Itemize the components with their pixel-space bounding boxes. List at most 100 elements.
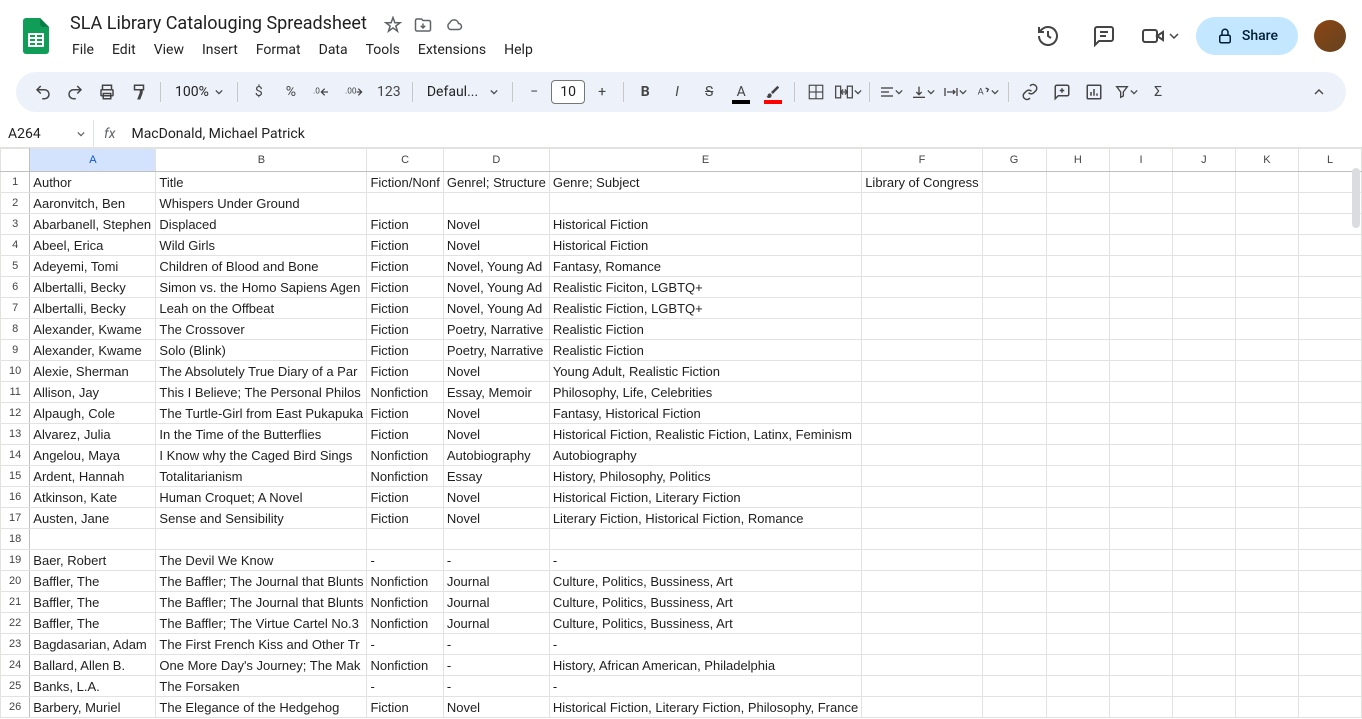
cell[interactable]	[862, 676, 982, 697]
cell[interactable]	[862, 340, 982, 361]
cell[interactable]	[1299, 592, 1362, 613]
cell[interactable]	[1046, 550, 1110, 571]
cell[interactable]: The First French Kiss and Other Tr	[156, 634, 367, 655]
cell[interactable]	[1235, 256, 1298, 277]
cell[interactable]: Alexie, Sherman	[30, 361, 156, 382]
cell[interactable]	[1235, 172, 1298, 193]
cell[interactable]	[1110, 613, 1173, 634]
cell[interactable]: Banks, L.A.	[30, 676, 156, 697]
cell[interactable]	[1046, 445, 1110, 466]
cell[interactable]	[862, 256, 982, 277]
row-header[interactable]: 6	[1, 277, 30, 298]
column-header-B[interactable]: B	[156, 149, 367, 172]
undo-button[interactable]	[28, 77, 58, 107]
cell[interactable]	[862, 592, 982, 613]
cell[interactable]	[1046, 571, 1110, 592]
cell[interactable]	[862, 403, 982, 424]
valign-button[interactable]	[908, 77, 938, 107]
cell[interactable]: Totalitarianism	[156, 466, 367, 487]
cell[interactable]: Fiction	[367, 235, 443, 256]
cell[interactable]	[1172, 508, 1235, 529]
cell[interactable]	[1172, 298, 1235, 319]
cell[interactable]	[1172, 466, 1235, 487]
cell[interactable]	[1110, 445, 1173, 466]
cell[interactable]	[1046, 277, 1110, 298]
cell[interactable]: Fiction	[367, 508, 443, 529]
cell[interactable]: Author	[30, 172, 156, 193]
cell[interactable]: Nonfiction	[367, 613, 443, 634]
cell[interactable]: Simon vs. the Homo Sapiens Agen	[156, 277, 367, 298]
cell[interactable]	[1172, 361, 1235, 382]
decrease-font-button[interactable]: −	[519, 77, 549, 107]
cell[interactable]	[1046, 466, 1110, 487]
cell[interactable]	[862, 655, 982, 676]
row-header[interactable]: 2	[1, 193, 30, 214]
cell[interactable]: Autobiography	[549, 445, 861, 466]
cell[interactable]: Historical Fiction	[549, 214, 861, 235]
cell[interactable]	[1110, 382, 1173, 403]
row-header[interactable]: 13	[1, 424, 30, 445]
cell[interactable]	[1299, 256, 1362, 277]
cloud-icon[interactable]	[444, 16, 464, 34]
cell[interactable]: The Absolutely True Diary of a Par	[156, 361, 367, 382]
history-icon[interactable]	[1028, 16, 1068, 56]
filter-button[interactable]	[1111, 77, 1141, 107]
cell[interactable]	[1299, 466, 1362, 487]
cell[interactable]: Historical Fiction	[549, 235, 861, 256]
cell[interactable]: Realistic Ficiton, LGBTQ+	[549, 277, 861, 298]
cell[interactable]	[1046, 403, 1110, 424]
cell[interactable]	[862, 466, 982, 487]
cell[interactable]	[982, 382, 1046, 403]
cell[interactable]	[1110, 277, 1173, 298]
cell[interactable]	[1235, 655, 1298, 676]
cell[interactable]: Atkinson, Kate	[30, 487, 156, 508]
cell[interactable]	[862, 214, 982, 235]
cell[interactable]: Journal	[443, 571, 549, 592]
cell[interactable]	[367, 193, 443, 214]
row-header[interactable]: 7	[1, 298, 30, 319]
cell[interactable]	[982, 214, 1046, 235]
cell[interactable]	[982, 445, 1046, 466]
cell[interactable]	[1299, 403, 1362, 424]
menu-edit[interactable]: Edit	[104, 38, 144, 62]
cell[interactable]	[1235, 571, 1298, 592]
menu-tools[interactable]: Tools	[358, 38, 408, 62]
sheets-logo[interactable]	[16, 16, 56, 56]
cell[interactable]	[1046, 634, 1110, 655]
cell[interactable]: Essay	[443, 466, 549, 487]
cell[interactable]	[982, 277, 1046, 298]
cell[interactable]	[1110, 466, 1173, 487]
column-header-E[interactable]: E	[549, 149, 861, 172]
cell[interactable]: Fiction	[367, 424, 443, 445]
cell[interactable]	[1172, 529, 1235, 550]
cell[interactable]	[1046, 508, 1110, 529]
cell[interactable]: Alexander, Kwame	[30, 340, 156, 361]
cell[interactable]: Leah on the Offbeat	[156, 298, 367, 319]
cell[interactable]: -	[367, 676, 443, 697]
cell[interactable]	[862, 613, 982, 634]
cell[interactable]	[862, 361, 982, 382]
row-header[interactable]: 11	[1, 382, 30, 403]
cell[interactable]	[1110, 403, 1173, 424]
row-header[interactable]: 25	[1, 676, 30, 697]
cell[interactable]	[862, 319, 982, 340]
cell[interactable]	[1172, 571, 1235, 592]
cell[interactable]: Solo (Blink)	[156, 340, 367, 361]
column-header-L[interactable]: L	[1299, 149, 1362, 172]
cell[interactable]	[1046, 676, 1110, 697]
cell[interactable]	[862, 424, 982, 445]
cell[interactable]	[1110, 361, 1173, 382]
cell[interactable]: Novel	[443, 235, 549, 256]
cell[interactable]	[1235, 193, 1298, 214]
cell[interactable]: Fiction/Nonf	[367, 172, 443, 193]
cell[interactable]	[1110, 214, 1173, 235]
cell[interactable]	[156, 529, 367, 550]
cell[interactable]	[1172, 592, 1235, 613]
cell[interactable]: Albertalli, Becky	[30, 277, 156, 298]
cell[interactable]	[1046, 382, 1110, 403]
cell[interactable]: The Baffler; The Journal that Blunts	[156, 592, 367, 613]
cell[interactable]	[1235, 403, 1298, 424]
cell[interactable]	[1046, 529, 1110, 550]
row-header[interactable]: 10	[1, 361, 30, 382]
cell[interactable]	[1299, 529, 1362, 550]
